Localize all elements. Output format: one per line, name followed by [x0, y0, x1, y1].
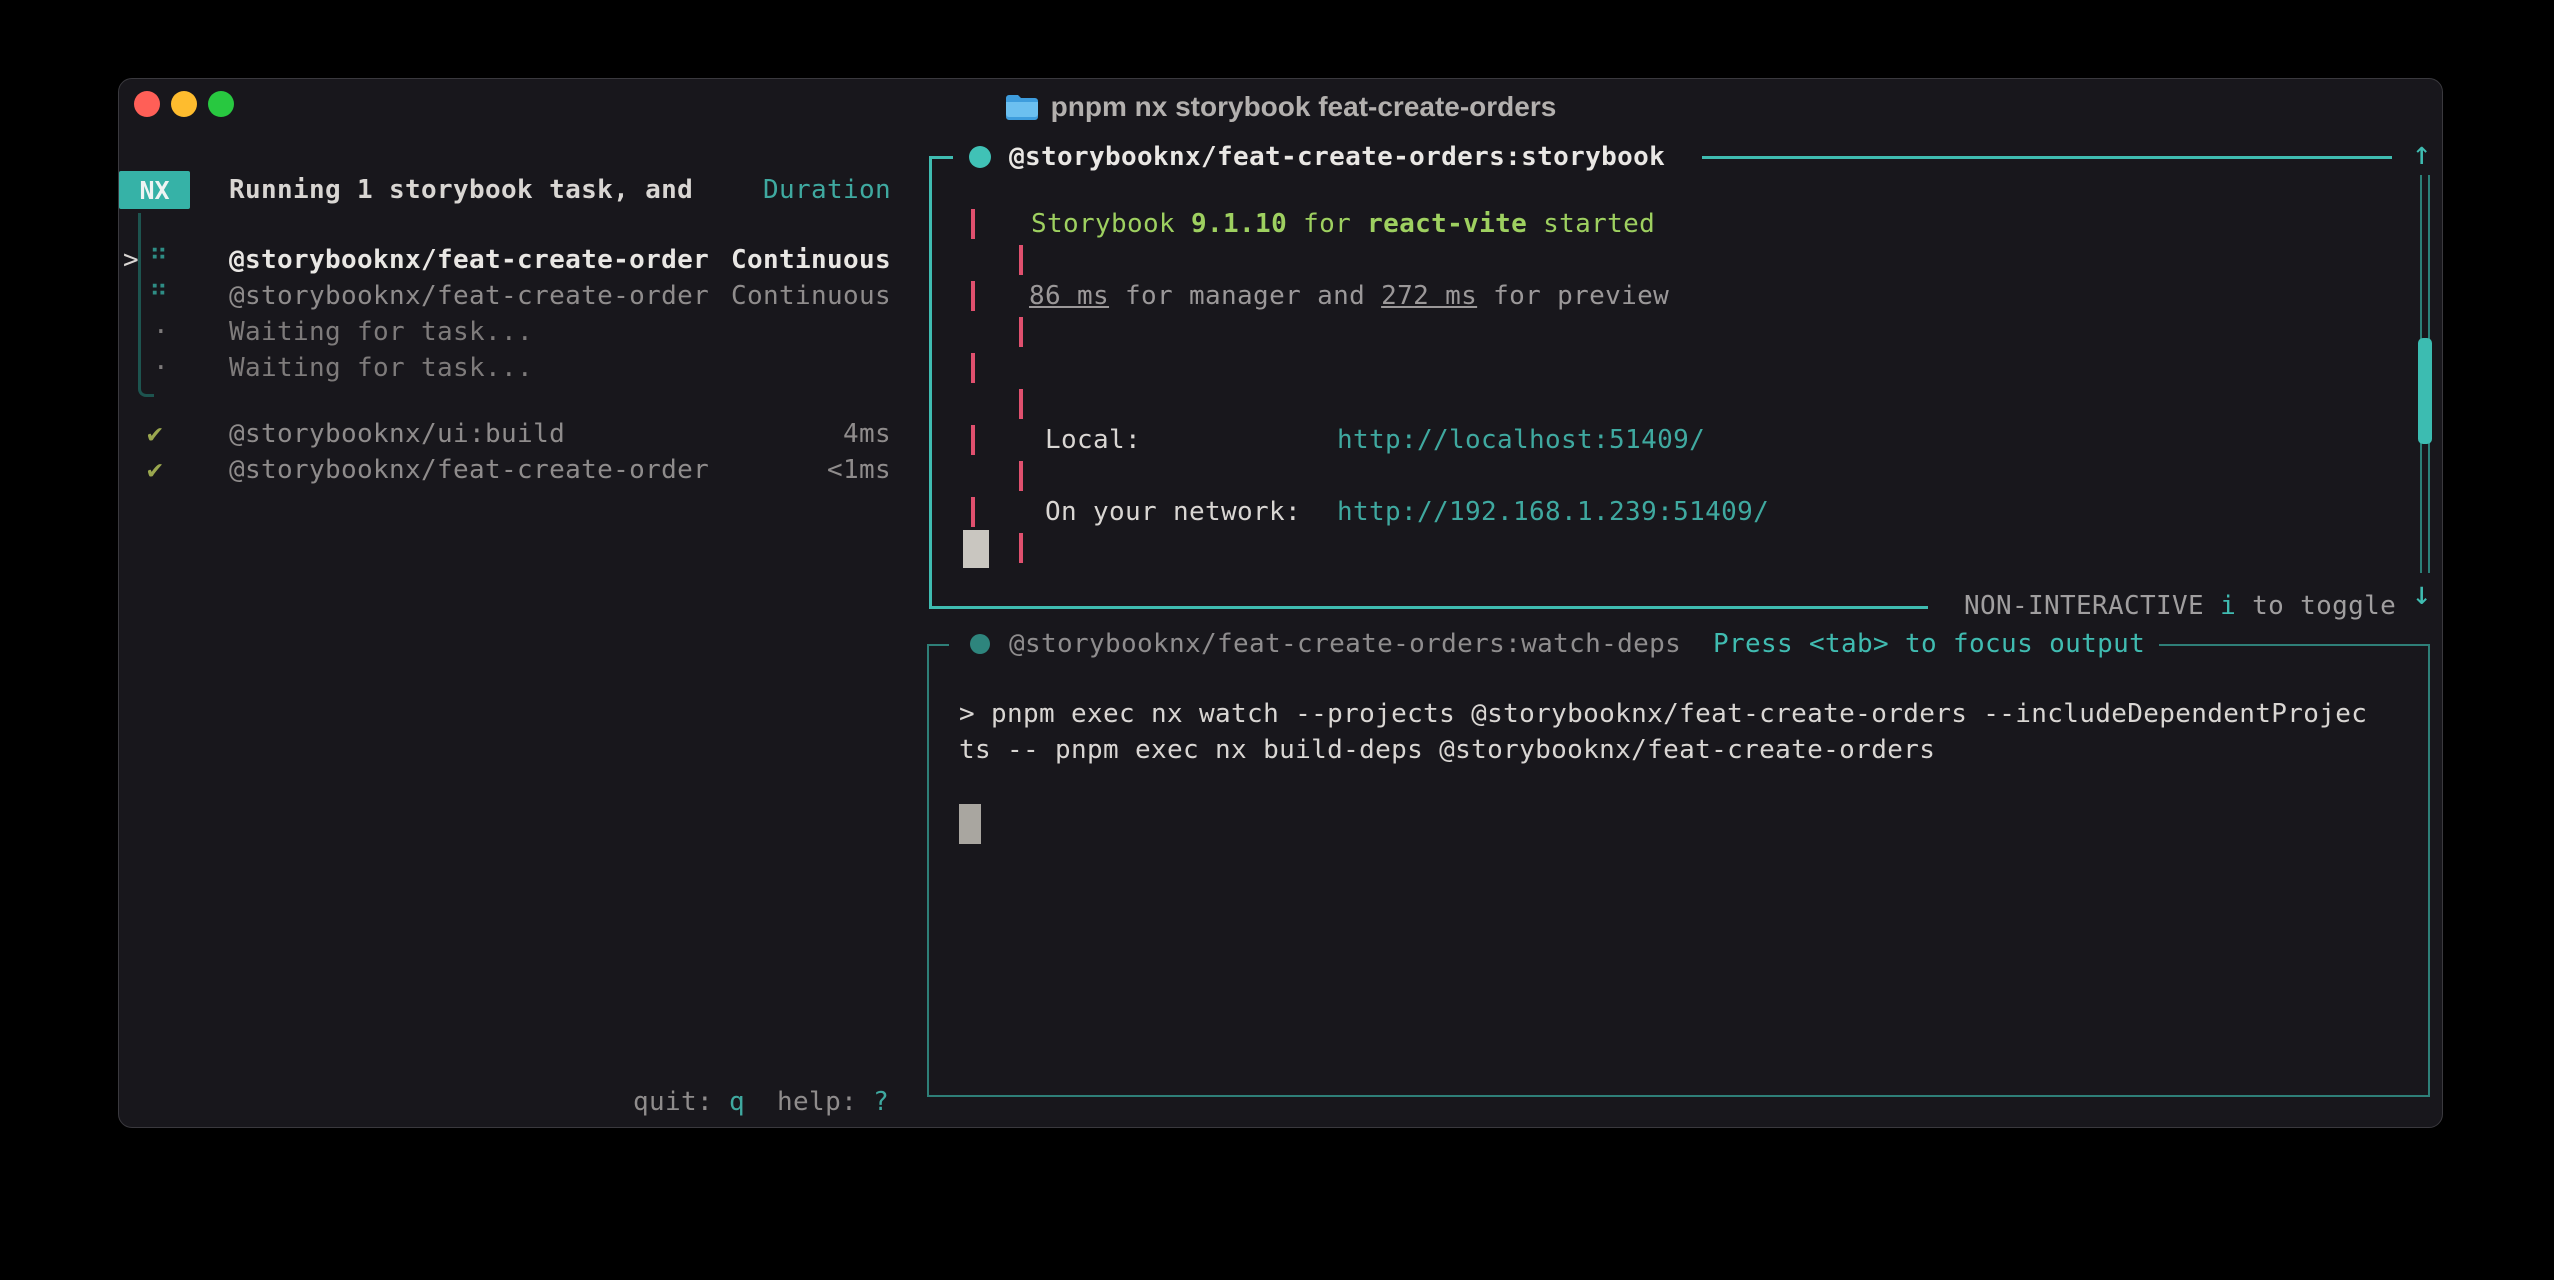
watch-pane-border-bottom: [927, 1095, 2430, 1097]
pink-output-bar: [971, 209, 975, 239]
help-key: ?: [857, 1087, 889, 1117]
terminal-cursor: [963, 530, 989, 568]
storybook-pane-border-left: [929, 156, 932, 609]
preview-time: 272 ms: [1381, 281, 1477, 311]
pink-output-bar: [1019, 533, 1023, 563]
task-name: Waiting for task...: [229, 314, 533, 350]
terminal-cursor: [959, 804, 981, 844]
watch-command-line: ts -- pnpm exec nx build-deps @storybook…: [959, 732, 1935, 768]
watch-pane-border-right: [2428, 644, 2430, 1097]
task-status-dot-icon: [970, 634, 990, 654]
local-label: Local:: [1045, 422, 1141, 458]
storybook-pane-title[interactable]: @storybooknx/feat-create-orders:storyboo…: [1009, 139, 1665, 175]
task-status-dot-icon: [969, 146, 991, 168]
scroll-up-arrow[interactable]: ↑: [2412, 137, 2431, 169]
pink-output-bar: [971, 425, 975, 455]
check-icon: ✔: [147, 452, 163, 488]
pending-dot-icon: ·: [153, 314, 169, 350]
scrollbar-thumb[interactable]: [2418, 338, 2432, 444]
window-title: pnpm nx storybook feat-create-orders: [1051, 91, 1557, 123]
task-name: Waiting for task...: [229, 350, 533, 386]
watch-pane-border-top-rule: [2159, 644, 2430, 646]
storybook-framework: react-vite: [1367, 209, 1527, 239]
storybook-pane-border-top-stub: [929, 156, 953, 159]
pink-output-bar: [971, 497, 975, 527]
focus-output-hint: Press <tab> to focus output: [1713, 626, 2145, 662]
pending-dot-icon: ·: [153, 350, 169, 386]
blue-folder-icon: [1005, 94, 1039, 121]
task-duration: <1ms: [229, 452, 891, 488]
mode-label: NON-INTERACTIVE: [1964, 591, 2220, 621]
pink-output-bar: [1019, 461, 1023, 491]
storybook-timing-line: 86 ms for manager and 272 ms for preview: [1029, 278, 1669, 314]
scroll-down-arrow[interactable]: ↓: [2412, 577, 2431, 609]
watch-pane-title[interactable]: @storybooknx/feat-create-orders:watch-de…: [1009, 626, 1681, 662]
spinner-icon: ⠛: [149, 278, 168, 314]
task-status: Continuous: [229, 242, 891, 278]
window-title-group: pnpm nx storybook feat-create-orders: [119, 85, 2442, 129]
terminal-window: pnpm nx storybook feat-create-orders NX …: [118, 78, 2443, 1128]
pink-output-bar: [1019, 245, 1023, 275]
pink-output-bar: [971, 353, 975, 383]
network-url-link[interactable]: http://192.168.1.239:51409/: [1337, 494, 1769, 530]
duration-column-header: Duration: [229, 172, 891, 208]
nx-logo-badge: NX: [119, 171, 190, 209]
toggle-hint: to toggle: [2236, 591, 2396, 621]
watch-pane-border-top-stub: [927, 644, 949, 646]
storybook-pane-border-bottom: [929, 606, 1928, 609]
active-task-cursor: >: [123, 242, 139, 278]
task-duration: 4ms: [229, 416, 891, 452]
spinner-icon: ⠛: [149, 242, 168, 278]
storybook-version: 9.1.10: [1191, 209, 1287, 239]
watch-pane-border-left: [927, 644, 929, 1097]
pink-output-bar: [1019, 389, 1023, 419]
help-label: help:: [745, 1087, 857, 1117]
interactive-mode-footer: NON-INTERACTIVE i to toggle: [1956, 588, 2404, 624]
storybook-started-line: Storybook 9.1.10 for react-vite started: [1031, 206, 1655, 242]
storybook-pane-title-rule: [1702, 156, 2392, 159]
toggle-key: i: [2220, 591, 2236, 621]
pink-output-bar: [1019, 317, 1023, 347]
quit-label: quit:: [633, 1087, 713, 1117]
network-label: On your network:: [1045, 494, 1301, 530]
pink-output-bar: [971, 281, 975, 311]
task-status: Continuous: [229, 278, 891, 314]
check-icon: ✔: [147, 416, 163, 452]
keybinding-help-footer: quit: q help: ?: [633, 1084, 889, 1120]
quit-key: q: [713, 1087, 745, 1117]
titlebar: pnpm nx storybook feat-create-orders: [119, 79, 2442, 131]
manager-time: 86 ms: [1029, 281, 1109, 311]
watch-command-line: > pnpm exec nx watch --projects @storybo…: [959, 696, 2367, 732]
local-url-link[interactable]: http://localhost:51409/: [1337, 422, 1705, 458]
